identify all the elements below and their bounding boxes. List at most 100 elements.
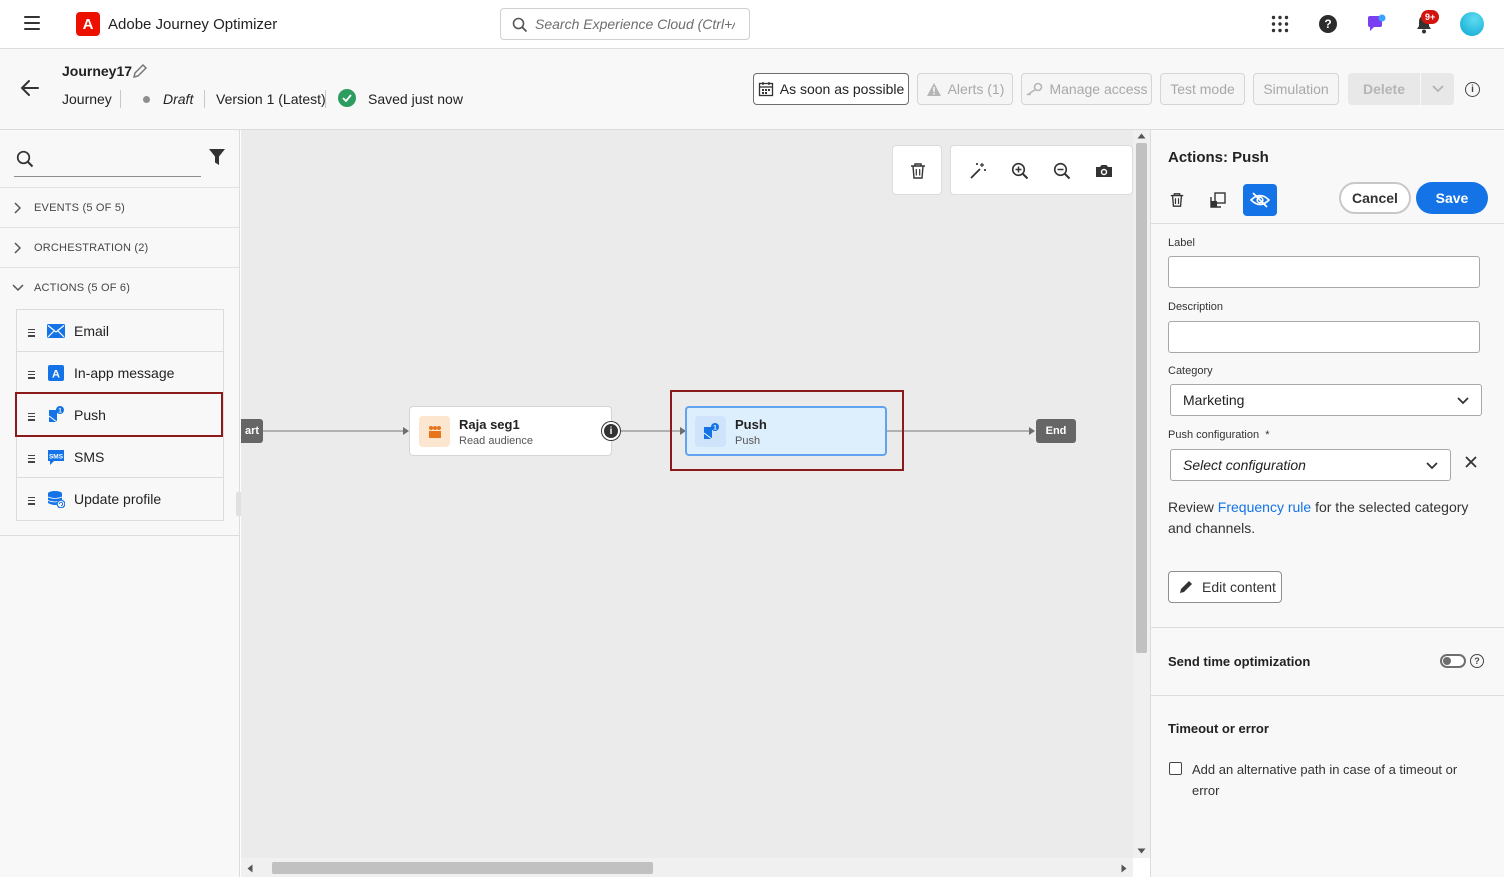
description-field[interactable] [1168,321,1480,353]
push-node[interactable]: 1 Push Push [685,406,887,456]
properties-panel: Actions: Push Cancel Save Label Descript… [1150,130,1504,877]
palette-item-sms[interactable]: SMS SMS [17,436,223,478]
read-audience-node[interactable]: Raja seg1 Read audience [409,406,612,456]
adobe-logo-icon[interactable]: A [76,12,100,36]
sms-icon: SMS [48,450,64,465]
edit-content-button[interactable]: Edit content [1168,571,1282,603]
section-events[interactable]: EVENTS (5 OF 5) [0,187,240,227]
save-button[interactable]: Save [1416,182,1488,214]
palette-item-email[interactable]: Email [17,310,223,352]
node-info-icon[interactable]: i [602,422,620,440]
saved-check-icon [338,89,356,107]
hamburger-menu-icon[interactable] [24,16,40,30]
zoom-out-icon[interactable] [1053,162,1071,180]
send-time-optimization-toggle[interactable] [1440,654,1466,668]
alternative-path-checkbox[interactable] [1169,762,1182,775]
canvas-horizontal-scrollbar[interactable] [241,858,1133,877]
connector-arrow [1029,427,1035,435]
delete-dropdown-button[interactable] [1421,73,1454,105]
help-icon[interactable]: ? [1319,15,1337,33]
chevron-down-icon [1426,462,1438,470]
magic-wand-icon[interactable] [969,162,987,180]
app-title: Adobe Journey Optimizer [108,16,278,33]
global-search-input[interactable] [535,16,735,32]
alerts-button-label: Alerts (1) [947,81,1005,97]
category-select[interactable]: Marketing [1170,384,1482,416]
zoom-in-icon[interactable] [1011,162,1029,180]
warning-icon [926,82,941,96]
section-actions[interactable]: ACTIONS (5 OF 6) [0,267,240,307]
palette-item-label: Update profile [74,491,162,507]
frequency-rule-link[interactable]: Frequency rule [1218,499,1311,515]
help-question-icon[interactable]: ? [1470,654,1484,668]
scroll-left-icon[interactable] [247,864,253,873]
alternative-path-label: Add an alternative path in case of a tim… [1192,762,1458,798]
cancel-button[interactable]: Cancel [1339,182,1411,214]
clear-selection-icon[interactable] [1464,455,1478,469]
scroll-right-icon[interactable] [1121,864,1127,873]
alerts-button[interactable]: Alerts (1) [917,73,1013,105]
back-arrow-icon[interactable] [20,79,40,97]
schedule-button-label: As soon as possible [779,81,905,97]
trash-icon[interactable] [909,162,927,180]
drag-handle-icon[interactable] [28,413,35,423]
palette-item-update-profile[interactable]: Update profile [17,478,223,520]
review-prefix: Review [1168,499,1218,515]
edit-content-label: Edit content [1202,579,1276,595]
trash-icon [1170,193,1184,207]
status-dot-icon [143,96,150,103]
category-select-value: Marketing [1183,392,1245,408]
drag-handle-icon[interactable] [28,455,35,465]
palette-item-in-app-message[interactable]: A In-app message [17,352,223,394]
pencil-icon [1180,581,1192,593]
push-configuration-select[interactable]: Select configuration [1170,449,1451,481]
scroll-up-icon[interactable] [1137,133,1146,139]
canvas-vertical-scrollbar[interactable] [1133,130,1150,858]
manage-access-button[interactable]: Manage access [1021,73,1152,105]
drag-handle-icon[interactable] [28,497,35,507]
search-icon [16,150,34,168]
journey-type: Journey [62,91,112,107]
duplicate-activity-button[interactable] [1201,184,1235,216]
palette-item-label: In-app message [74,365,175,381]
hide-preview-toggle[interactable] [1243,184,1277,216]
palette-item-push[interactable]: 1 Push [17,394,223,436]
timeout-error-title: Timeout or error [1168,721,1269,736]
global-search[interactable] [500,8,750,40]
palette-item-label: Push [74,407,106,423]
apps-grid-icon[interactable] [1268,12,1292,36]
node-title: Raja seg1 [459,417,520,432]
scrollbar-thumb[interactable] [272,862,653,874]
scroll-down-icon[interactable] [1137,848,1146,854]
user-avatar[interactable] [1460,12,1484,36]
journey-name: Journey17 [62,63,133,79]
delete-activity-button[interactable] [1160,184,1194,216]
test-mode-button[interactable]: Test mode [1160,73,1245,105]
chat-assistant-icon[interactable] [1364,12,1388,36]
end-node[interactable]: End [1036,419,1076,443]
panel-divider [1151,223,1504,224]
delete-button[interactable]: Delete [1348,73,1420,105]
edit-name-pencil-icon[interactable] [131,62,149,80]
section-events-label: EVENTS (5 OF 5) [34,201,126,214]
scrollbar-thumb[interactable] [1136,143,1147,653]
drag-handle-icon[interactable] [28,371,35,381]
frequency-rule-note: Review Frequency rule for the selected c… [1168,497,1488,539]
schedule-button[interactable]: As soon as possible [753,73,909,105]
drag-handle-icon[interactable] [28,329,35,339]
chevron-right-icon [14,242,21,254]
camera-icon[interactable] [1095,163,1113,179]
required-asterisk: * [1265,429,1270,441]
update-profile-icon [47,491,65,508]
simulation-button[interactable]: Simulation [1253,73,1339,105]
filter-icon[interactable] [208,148,226,166]
header-divider [120,90,121,108]
info-icon[interactable]: i [1465,82,1480,97]
label-field[interactable] [1168,256,1480,288]
palette-item-label: Email [74,323,110,339]
start-node[interactable]: art [241,419,263,443]
section-orchestration[interactable]: ORCHESTRATION (2) [0,227,240,267]
test-mode-label: Test mode [1170,81,1235,97]
palette-search[interactable] [14,144,201,177]
panel-divider [1151,627,1504,628]
